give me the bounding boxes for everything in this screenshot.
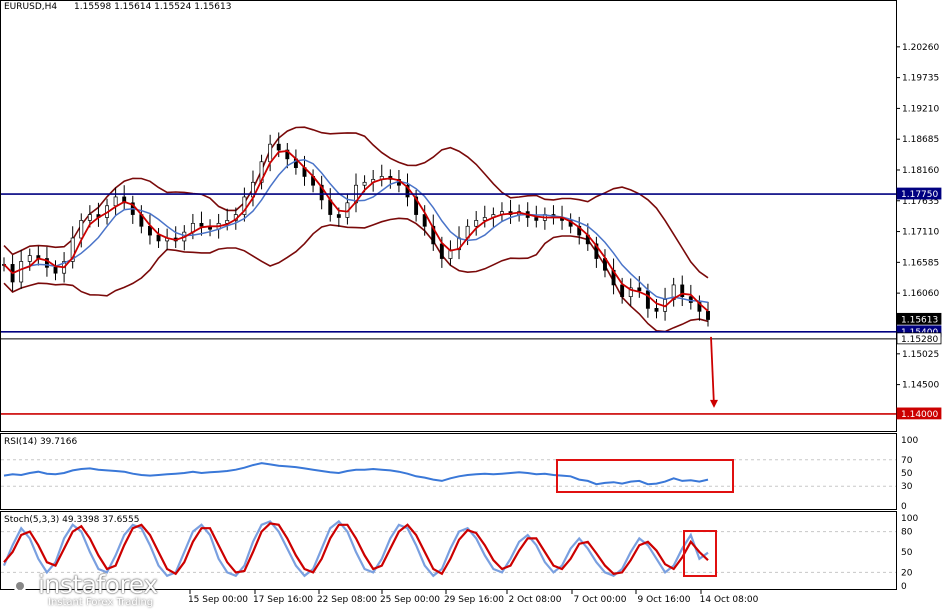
- candle-body: [199, 222, 204, 227]
- price-axis-label: 1.16060: [902, 289, 939, 299]
- candle-body: [79, 220, 84, 239]
- candle-body: [362, 181, 367, 186]
- rsi-axis-label: 50: [901, 469, 913, 479]
- price-tag-text: 1.15280: [901, 335, 938, 345]
- candle-body: [87, 214, 92, 221]
- price-tag-text: 1.14000: [901, 410, 938, 420]
- candle-body: [534, 217, 539, 221]
- candle-body: [19, 261, 24, 283]
- price-axis-label: 1.15025: [902, 350, 939, 360]
- stoch-axis-label: 80: [901, 528, 913, 538]
- candle-body: [620, 284, 625, 297]
- instaforex-logo-icon: [6, 572, 34, 600]
- candle-body: [27, 255, 32, 262]
- time-axis-label: 14 Oct 08:00: [700, 595, 759, 605]
- chart-canvas: 1.202601.197351.192101.186851.181601.176…: [0, 0, 942, 605]
- time-axis-label: 22 Sep 08:00: [317, 595, 377, 605]
- price-axis-label: 1.19210: [902, 104, 939, 114]
- candle-body: [645, 290, 650, 309]
- time-axis-label: 9 Oct 16:00: [638, 595, 691, 605]
- candle-body: [654, 308, 659, 312]
- stoch-axis-label: 100: [901, 514, 918, 524]
- time-axis-label: 25 Sep 00:00: [380, 595, 440, 605]
- candle-body: [268, 143, 273, 163]
- trading-chart: 1.20260 1.19735 1.19210 1.18685 1.18160 1.176…: [0, 0, 945, 610]
- candle-body: [53, 266, 58, 274]
- candle-body: [113, 196, 118, 207]
- time-axis-label: 17 Sep 16:00: [253, 595, 313, 605]
- candle-body: [156, 234, 161, 242]
- price-tag-text: 1.15613: [901, 315, 938, 325]
- price-tag-text: 1.17750: [901, 190, 938, 200]
- watermark-logo: instaforex Instant Forex Trading: [0, 566, 182, 610]
- stoch-axis-label: 20: [901, 568, 913, 578]
- candle-body: [637, 287, 642, 292]
- price-axis-label: 1.16585: [902, 258, 939, 268]
- candle-body: [439, 243, 444, 259]
- rsi-axis-label: 70: [901, 456, 913, 466]
- stoch-title: Stoch(5,3,3) 49.3398 37.6555: [4, 515, 139, 525]
- time-axis-label: 15 Sep 00:00: [188, 595, 248, 605]
- ohlc-readout: 1.15598 1.15614 1.15524 1.15613: [74, 2, 231, 12]
- time-axis-label: 2 Oct 08:00: [509, 595, 562, 605]
- rsi-axis-label: 30: [901, 482, 913, 492]
- price-axis-label: 1.18160: [902, 166, 939, 176]
- candle-body: [276, 143, 281, 151]
- candle-body: [706, 310, 710, 320]
- rsi-axis-label: 0: [901, 502, 907, 512]
- time-axis-label: 29 Sep 16:00: [444, 595, 504, 605]
- price-axis-label: 1.17110: [902, 228, 939, 238]
- price-axis-label: 1.20260: [902, 43, 939, 53]
- rsi-title: RSI(14) 39.7166: [4, 437, 77, 447]
- time-axis-label: 7 Oct 00:00: [574, 595, 627, 605]
- rsi-axis-label: 100: [901, 436, 918, 446]
- price-panel: [0, 0, 897, 432]
- candle-body: [336, 214, 341, 218]
- stoch-axis-label: 50: [901, 548, 913, 558]
- watermark-brand: instaforex: [38, 570, 158, 599]
- price-axis-label: 1.18685: [902, 135, 939, 145]
- watermark-tagline: Instant Forex Trading: [48, 597, 154, 608]
- price-axis-label: 1.14500: [902, 381, 939, 391]
- candle-body: [474, 220, 479, 227]
- price-axis-label: 1.19735: [902, 74, 939, 84]
- stoch-axis-label: 0: [901, 582, 907, 592]
- rsi-panel: [0, 433, 897, 510]
- symbol-label: EURUSD,H4: [4, 2, 57, 12]
